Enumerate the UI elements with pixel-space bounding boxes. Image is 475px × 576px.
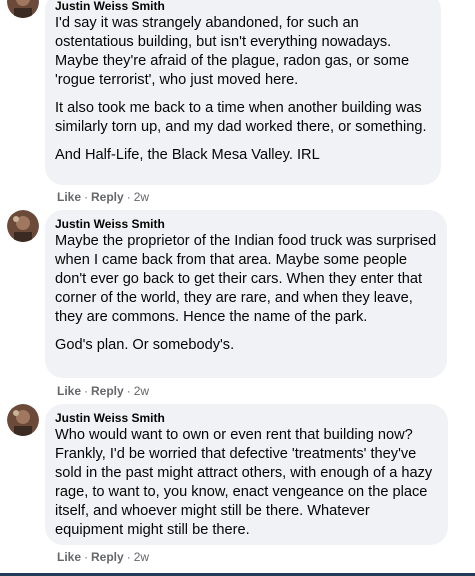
comment-text: Maybe the proprietor of the Indian food …: [55, 233, 437, 325]
separator: ·: [126, 190, 131, 204]
separator: ·: [126, 550, 131, 564]
avatar[interactable]: [7, 404, 39, 436]
comment-bubble: Justin Weiss Smith I'd say it was strang…: [45, 0, 441, 185]
comment-text: God's plan. Or somebody's.: [55, 337, 235, 353]
like-button[interactable]: Like: [57, 384, 81, 398]
separator: ·: [126, 384, 131, 398]
comment-author[interactable]: Justin Weiss Smith: [55, 0, 431, 14]
separator: ·: [84, 190, 89, 204]
comment-bubble: Justin Weiss Smith Maybe the proprietor …: [45, 210, 447, 378]
separator: ·: [84, 384, 89, 398]
avatar[interactable]: [7, 210, 39, 242]
timestamp[interactable]: 2w: [134, 190, 149, 204]
timestamp[interactable]: 2w: [134, 550, 149, 564]
comment-text: And Half-Life, the Black Mesa Valley. IR…: [55, 147, 320, 163]
avatar[interactable]: [7, 0, 39, 18]
comment-actions: Like · Reply · 2w: [57, 550, 149, 565]
comment-actions: Like · Reply · 2w: [57, 384, 149, 399]
comment-bubble: Justin Weiss Smith Who would want to own…: [45, 404, 448, 545]
comment-text: It also took me back to a time when anot…: [55, 100, 427, 135]
comment-actions: Like · Reply · 2w: [57, 190, 149, 205]
reply-button[interactable]: Reply: [91, 550, 124, 564]
like-button[interactable]: Like: [57, 190, 81, 204]
avatar-photo-icon: [7, 210, 39, 242]
avatar-photo-icon: [7, 404, 39, 436]
comment-text: Who would want to own or even rent that …: [55, 427, 433, 538]
reply-button[interactable]: Reply: [91, 190, 124, 204]
comment-author[interactable]: Justin Weiss Smith: [55, 411, 438, 426]
timestamp[interactable]: 2w: [134, 384, 149, 398]
avatar-photo-icon: [7, 0, 39, 18]
comment-author[interactable]: Justin Weiss Smith: [55, 217, 437, 232]
comment-text: I'd say it was strangely abandoned, for …: [55, 15, 410, 88]
like-button[interactable]: Like: [57, 550, 81, 564]
reply-button[interactable]: Reply: [91, 384, 124, 398]
separator: ·: [84, 550, 89, 564]
